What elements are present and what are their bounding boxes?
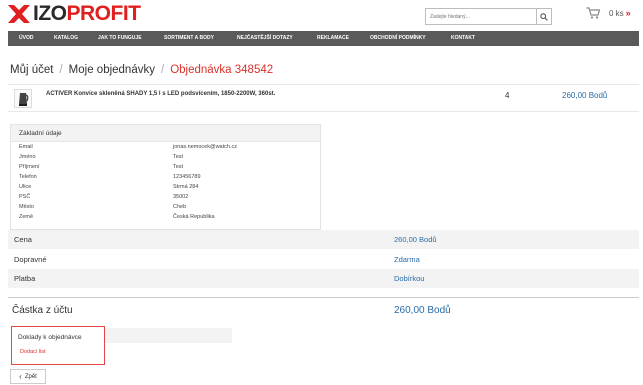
nav-item-kontakt[interactable]: Kontakt: [451, 31, 475, 46]
field-value: 35002: [173, 194, 189, 200]
field-label: Email: [19, 144, 33, 150]
order-total: Částka z účtu 260,00 Bodů: [8, 297, 639, 322]
field-label: Ulice: [19, 184, 32, 190]
cart[interactable]: 0 ks »: [586, 7, 631, 19]
summary-value: Dobírkou: [394, 274, 425, 283]
delivery-note-link[interactable]: Dodací list: [20, 349, 46, 355]
cart-arrow-icon: »: [625, 8, 631, 18]
documents-header-extension: [104, 328, 232, 343]
total-label: Částka z účtu: [12, 305, 73, 316]
summary-label: Cena: [14, 235, 32, 244]
product-thumbnail[interactable]: [14, 89, 32, 108]
breadcrumb-my-account[interactable]: Můj účet: [10, 64, 53, 76]
back-button[interactable]: ‹ Zpět: [10, 369, 46, 384]
nav-item-podminky[interactable]: Obchodní podmínky: [370, 31, 426, 46]
kettle-icon: [19, 93, 29, 106]
logo-text-profit: PROFIT: [66, 2, 142, 25]
summary-value: 260,00 Bodů: [394, 235, 437, 244]
product-quantity: 4: [505, 91, 510, 100]
nav-item-sortiment[interactable]: Sortiment a body: [164, 31, 214, 46]
breadcrumb-my-orders[interactable]: Moje objednávky: [69, 64, 155, 76]
cart-count: 0 ks: [609, 8, 624, 18]
basic-info-panel: Základní údaje Email jonas.nemocek@watch…: [10, 124, 321, 230]
breadcrumb-separator: /: [59, 64, 63, 76]
product-price: 260,00 Bodů: [562, 91, 608, 100]
field-value: Test: [173, 164, 184, 170]
product-name[interactable]: ACTIVER Konvice skleněná SHADY 1,5 l s L…: [46, 91, 275, 97]
nav-item-katalog[interactable]: Katalog: [54, 31, 78, 46]
search-button[interactable]: [536, 9, 551, 24]
field-value: jonas.nemocek@watch.cz: [173, 144, 237, 150]
breadcrumb-current-order: Objednávka 348542: [170, 64, 274, 76]
breadcrumb-separator: /: [160, 64, 165, 76]
summary-value: Zdarma: [394, 255, 420, 264]
logo-text-izo: IZO: [33, 2, 67, 25]
nav-item-dotazy[interactable]: Nejčastější dotazy: [237, 31, 293, 46]
summary-label: Platba: [14, 274, 36, 283]
basic-info-header: Základní údaje: [11, 125, 320, 142]
field-label: Příjmení: [19, 164, 40, 170]
total-value: 260,00 Bodů: [394, 305, 451, 316]
field-label: Telefon: [19, 174, 37, 180]
nav-item-jak-to-funguje[interactable]: Jak to funguje: [98, 31, 142, 46]
back-button-label: Zpět: [24, 373, 37, 380]
field-label: Město: [19, 204, 34, 210]
field-value: Česká Republika: [173, 214, 215, 220]
nav-item-uvod[interactable]: Úvod: [19, 31, 33, 46]
search-box: [425, 8, 552, 25]
field-value: 123456789: [173, 174, 201, 180]
documents-title: Doklady k objednávce: [18, 334, 82, 341]
field-label: PSČ: [19, 194, 31, 200]
field-value: Test: [173, 154, 184, 160]
field-label: Země: [19, 214, 34, 220]
main-nav: Úvod Katalog Jak to funguje Sortiment a …: [8, 31, 639, 46]
breadcrumb: Můj účet / Moje objednávky / Objednávka …: [10, 64, 273, 76]
order-item-row: ACTIVER Konvice skleněná SHADY 1,5 l s L…: [8, 84, 639, 112]
field-value: Cheb: [173, 204, 187, 210]
logo-text: IZOPROFIT: [33, 3, 141, 25]
logo[interactable]: IZOPROFIT: [8, 3, 141, 25]
search-input[interactable]: [426, 9, 538, 24]
basic-info-title: Základní údaje: [19, 130, 62, 137]
summary-label: Dopravné: [14, 255, 47, 264]
logo-mark-icon: [8, 4, 30, 24]
search-icon: [540, 12, 548, 21]
field-value: Strmá 284: [173, 184, 199, 190]
field-label: Jméno: [19, 154, 36, 160]
summary-row-price: Cena 260,00 Bodů: [8, 230, 639, 249]
summary-row-shipping: Dopravné Zdarma: [8, 250, 639, 269]
nav-item-reklamace[interactable]: Reklamace: [317, 31, 349, 46]
chevron-left-icon: ‹: [19, 372, 22, 381]
cart-icon: [586, 7, 601, 19]
order-documents-box: Doklady k objednávce Dodací list: [11, 326, 105, 365]
summary-row-payment: Platba Dobírkou: [8, 269, 639, 288]
